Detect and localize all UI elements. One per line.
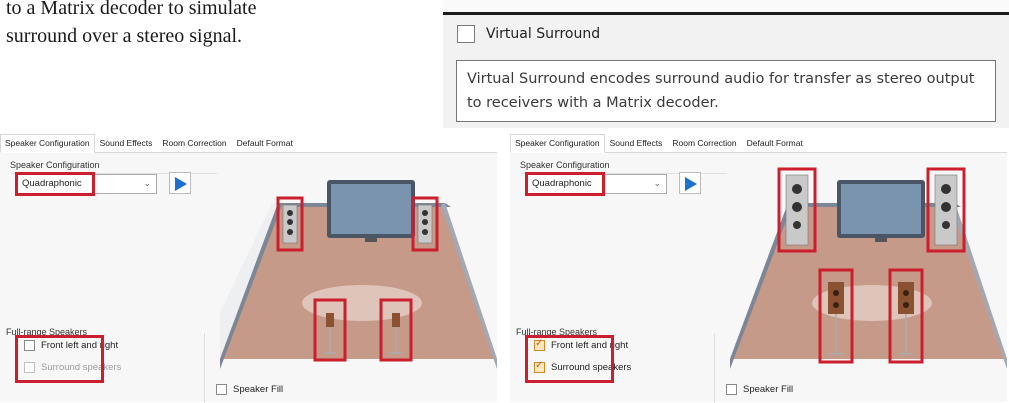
virtual-surround-tooltip: Virtual Surround encodes surround audio …: [456, 60, 996, 122]
speaker-config-panel-right: Speaker Configuration Sound Effects Room…: [510, 134, 1007, 403]
play-icon: [175, 177, 187, 191]
surround-speakers-label: Surround speakers: [41, 362, 122, 373]
tab-strip: Speaker Configuration Sound Effects Room…: [0, 134, 497, 153]
tab-sound-effects[interactable]: Sound Effects: [605, 134, 668, 153]
caption-text: to a Matrix decoder to simulate surround…: [6, 0, 296, 50]
fullrange-title: Full-range Speakers: [6, 327, 88, 337]
speaker-config-select[interactable]: Quadraphonic ⌄: [527, 174, 667, 194]
speaker-config-panel-left: Speaker Configuration Sound Effects Room…: [0, 134, 497, 403]
divider: [204, 333, 205, 403]
group-title: Speaker Configuration: [10, 160, 100, 170]
speaker-config-select[interactable]: Quadraphonic ⌄: [17, 174, 157, 194]
tab-default-format[interactable]: Default Format: [742, 134, 808, 153]
tab-content: Speaker Configuration Quadraphonic ⌄ Ful…: [0, 153, 497, 403]
play-test-button[interactable]: [169, 172, 191, 194]
inset-top-edge: [443, 0, 1009, 15]
front-left-right-checkbox[interactable]: [24, 340, 35, 351]
surround-speakers-row[interactable]: Surround speakers: [24, 362, 121, 373]
tab-room-correction[interactable]: Room Correction: [157, 134, 231, 153]
tab-strip: Speaker Configuration Sound Effects Room…: [510, 134, 1007, 153]
group-title: Speaker Configuration: [520, 160, 610, 170]
front-left-right-row[interactable]: Front left and right: [24, 340, 118, 351]
caption-line-2: surround over a stereo signal.: [6, 25, 243, 47]
surround-speakers-row[interactable]: Surround speakers: [534, 360, 632, 373]
virtual-surround-inset: Virtual Surround Virtual Surround encode…: [443, 0, 1009, 128]
play-icon: [685, 177, 697, 191]
play-test-button[interactable]: [679, 172, 701, 194]
front-left-right-row[interactable]: Front left and right: [534, 338, 629, 351]
front-left-right-checkbox[interactable]: [534, 338, 545, 351]
tab-room-correction[interactable]: Room Correction: [667, 134, 741, 153]
room-diagram: [730, 167, 1007, 369]
surround-speakers-checkbox[interactable]: [24, 362, 35, 373]
tab-default-format[interactable]: Default Format: [232, 134, 298, 153]
select-value: Quadraphonic: [22, 178, 82, 189]
fullrange-title: Full-range Speakers: [516, 327, 598, 337]
front-left-right-label: Front left and right: [551, 340, 629, 351]
caption-line-1: to a Matrix decoder to simulate: [6, 0, 257, 19]
chevron-down-icon: ⌄: [653, 178, 661, 188]
tab-sound-effects[interactable]: Sound Effects: [95, 134, 158, 153]
tab-content: Speaker Configuration Quadraphonic ⌄ Ful…: [510, 153, 1007, 403]
front-left-right-label: Front left and right: [41, 340, 119, 351]
chevron-down-icon: ⌄: [143, 178, 151, 188]
select-value: Quadraphonic: [532, 178, 592, 189]
tab-speaker-configuration[interactable]: Speaker Configuration: [0, 134, 95, 153]
virtual-surround-label: Virtual Surround: [486, 26, 601, 42]
surround-speakers-label: Surround speakers: [551, 362, 632, 373]
room-diagram: [220, 180, 497, 369]
virtual-surround-checkbox[interactable]: [457, 25, 475, 43]
surround-speakers-checkbox[interactable]: [534, 360, 545, 373]
tab-speaker-configuration[interactable]: Speaker Configuration: [510, 134, 605, 153]
divider: [714, 333, 715, 403]
virtual-surround-row[interactable]: Virtual Surround: [457, 25, 600, 43]
